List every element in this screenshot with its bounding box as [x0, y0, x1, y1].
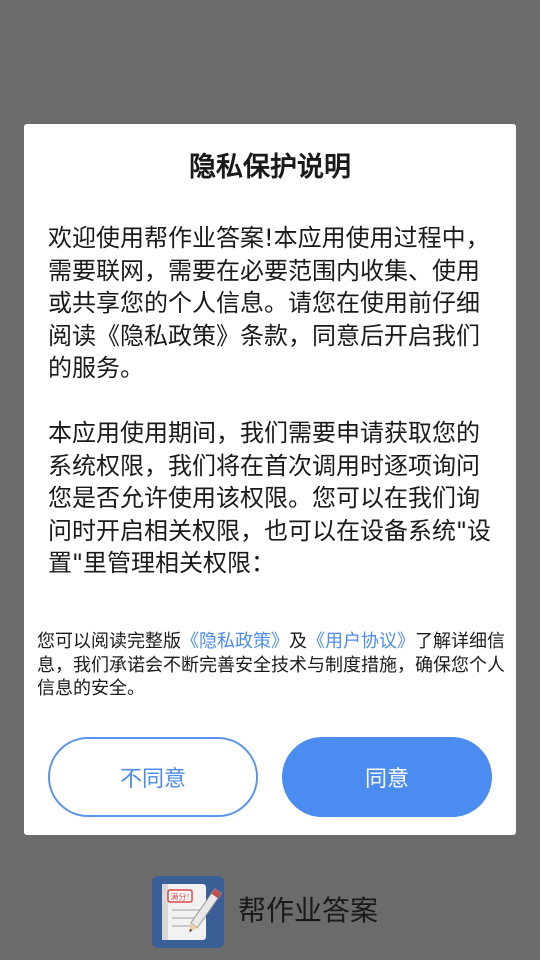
privacy-policy-link[interactable]: 《隐私政策》: [181, 631, 289, 652]
app-brand: 满分! 帮作业答案: [152, 876, 452, 948]
app-name: 帮作业答案: [238, 894, 379, 927]
notebook-pencil-graphic: 满分!: [152, 876, 224, 948]
footer-middle: 及: [289, 631, 307, 652]
agree-button-label: 同意: [364, 767, 409, 792]
footer-prefix: 您可以阅读完整版: [37, 631, 181, 652]
disagree-button-label: 不同意: [119, 767, 186, 792]
body-paragraph-permissions: 本应用使用期间，我们需要申请获取您的系统权限，我们将在首次调用时逐项询问您是否允…: [48, 419, 492, 577]
dialog-body: 欢迎使用帮作业答案!本应用使用过程中，需要联网，需要在必要范围内收集、使用或共享…: [48, 222, 494, 580]
dialog-title: 隐私保护说明: [189, 152, 351, 183]
notebook-pencil-icon: 满分!: [152, 876, 224, 948]
agree-button[interactable]: 同意: [282, 737, 492, 817]
user-agreement-link[interactable]: 《用户协议》: [307, 631, 415, 652]
body-paragraph-intro: 欢迎使用帮作业答案!本应用使用过程中，需要联网，需要在必要范围内收集、使用或共享…: [48, 224, 490, 382]
icon-badge-text: 满分!: [170, 892, 189, 902]
dialog-footer-text: 您可以阅读完整版《隐私政策》及《用户协议》了解详细信息，我们承诺会不断完善安全技…: [37, 630, 507, 701]
privacy-dialog: 隐私保护说明 欢迎使用帮作业答案!本应用使用过程中，需要联网，需要在必要范围内收…: [24, 124, 516, 835]
disagree-button[interactable]: 不同意: [48, 737, 258, 817]
